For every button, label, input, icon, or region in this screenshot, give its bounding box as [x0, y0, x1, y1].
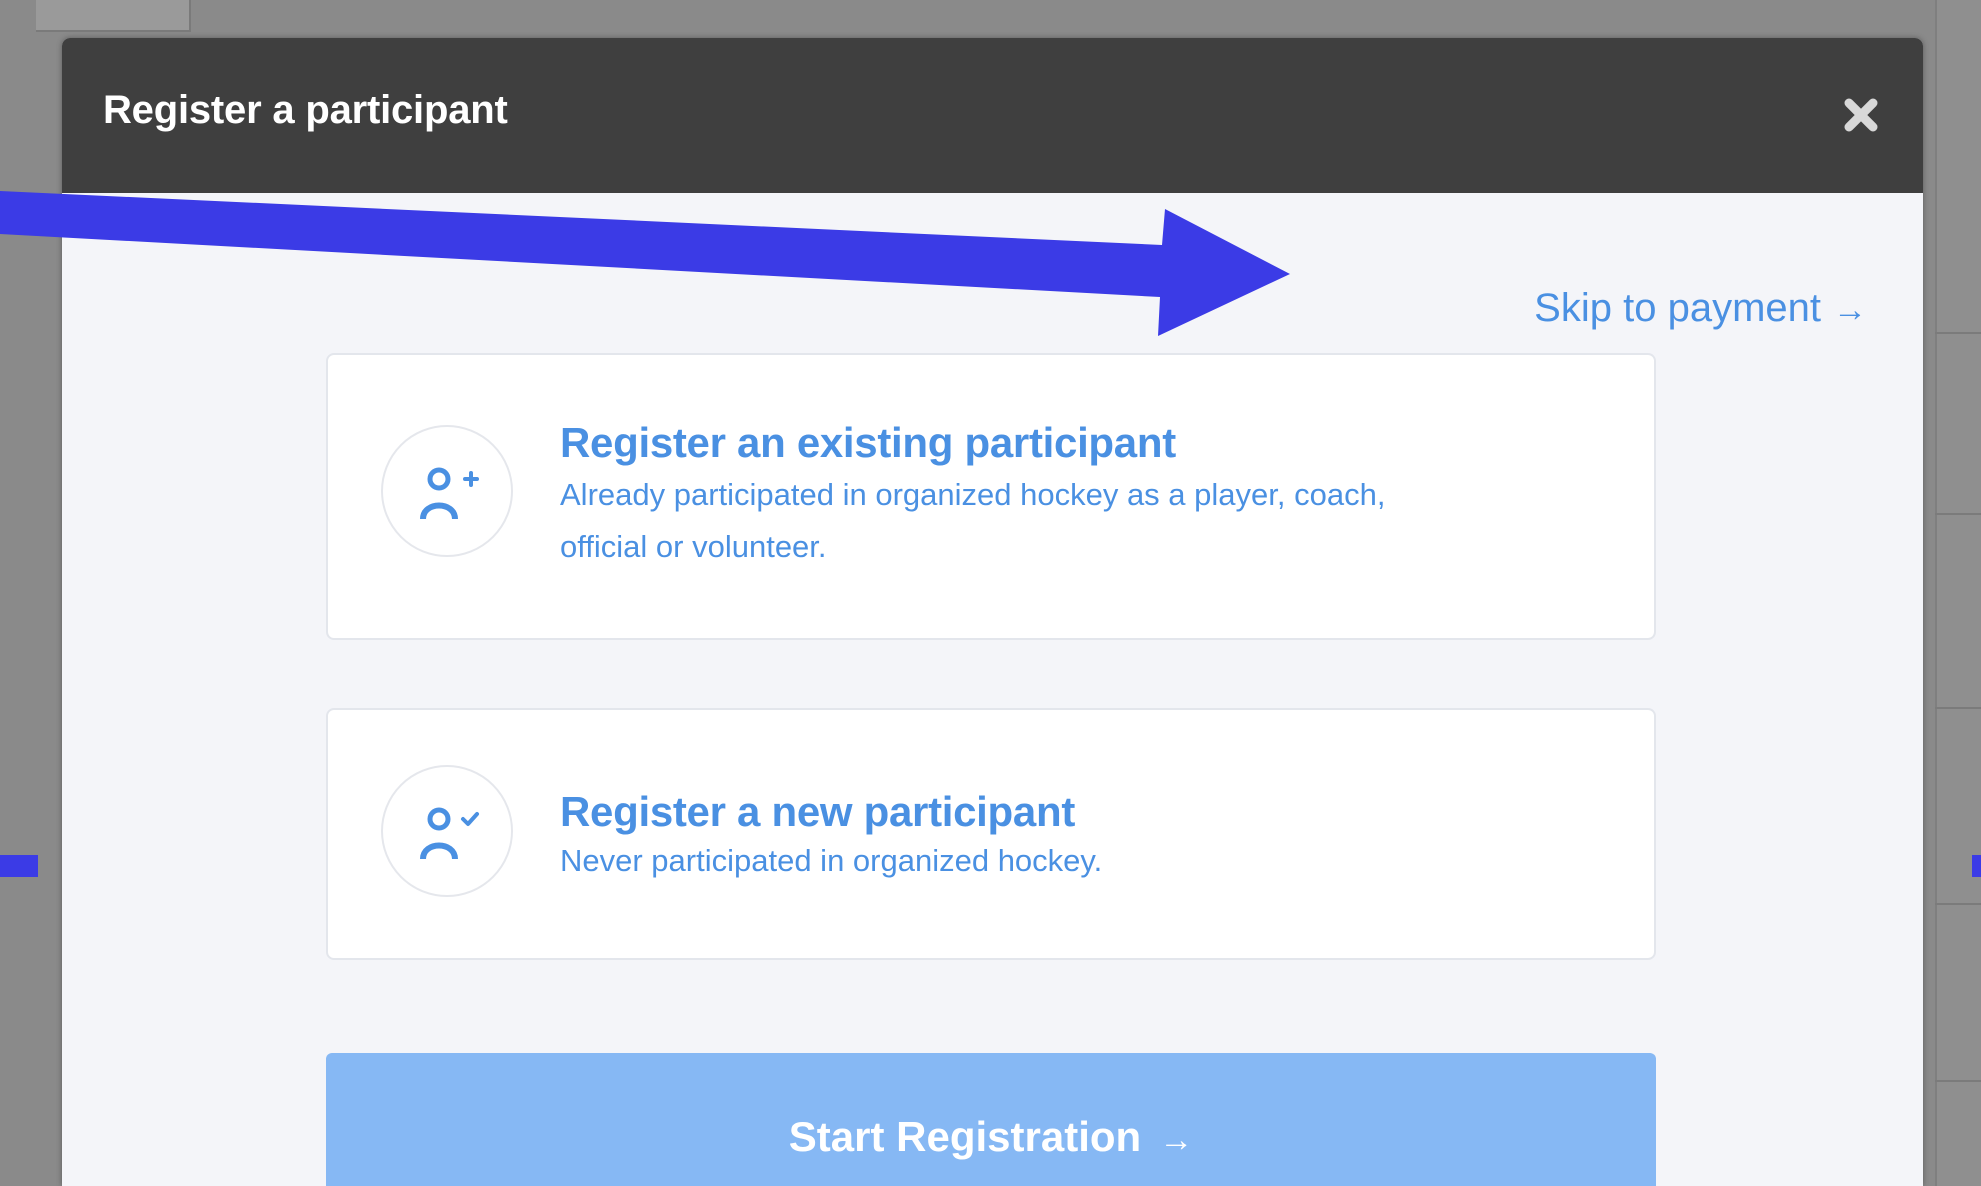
option-title: Register an existing participant: [560, 419, 1176, 466]
modal-header: Register a participant: [62, 38, 1923, 193]
annotation-line: [0, 855, 38, 877]
option-new-participant[interactable]: Register a new participant Never partici…: [326, 708, 1656, 960]
annotation-line: [1972, 855, 1981, 877]
background-divider: [1935, 707, 1981, 709]
option-text: Register a new participant Never partici…: [560, 786, 1460, 884]
option-title: Register a new participant: [560, 788, 1076, 835]
start-registration-label: Start Registration →: [326, 1113, 1656, 1161]
background-divider: [1935, 1080, 1981, 1082]
register-participant-modal: Register a participant Skip to payment → …: [62, 38, 1923, 1186]
option-description: Never participated in organized hockey.: [560, 843, 1103, 878]
start-registration-button[interactable]: Start Registration →: [326, 1053, 1656, 1186]
background-divider: [1935, 903, 1981, 905]
modal-title: Register a participant: [103, 88, 508, 132]
option-text: Register an existing participant Already…: [560, 417, 1460, 573]
arrow-right-icon: →: [1159, 1121, 1194, 1159]
option-description: Already participated in organized hockey…: [560, 477, 1386, 564]
start-registration-text: Start Registration: [788, 1113, 1142, 1160]
background-divider: [1935, 513, 1981, 515]
user-plus-icon: [420, 467, 479, 520]
background-divider: [1935, 332, 1981, 334]
close-button[interactable]: [1841, 95, 1881, 135]
icon-circle: [381, 425, 513, 557]
arrow-right-icon: →: [1833, 291, 1867, 329]
option-existing-participant[interactable]: Register an existing participant Already…: [326, 353, 1656, 640]
skip-to-payment-link[interactable]: Skip to payment →: [1534, 286, 1867, 331]
background-strip: [1935, 0, 1981, 1186]
user-check-icon: [420, 807, 479, 860]
skip-to-payment-label: Skip to payment: [1534, 286, 1821, 330]
close-icon: [1844, 98, 1878, 132]
icon-circle: [381, 765, 513, 897]
background-panel: [36, 0, 191, 32]
